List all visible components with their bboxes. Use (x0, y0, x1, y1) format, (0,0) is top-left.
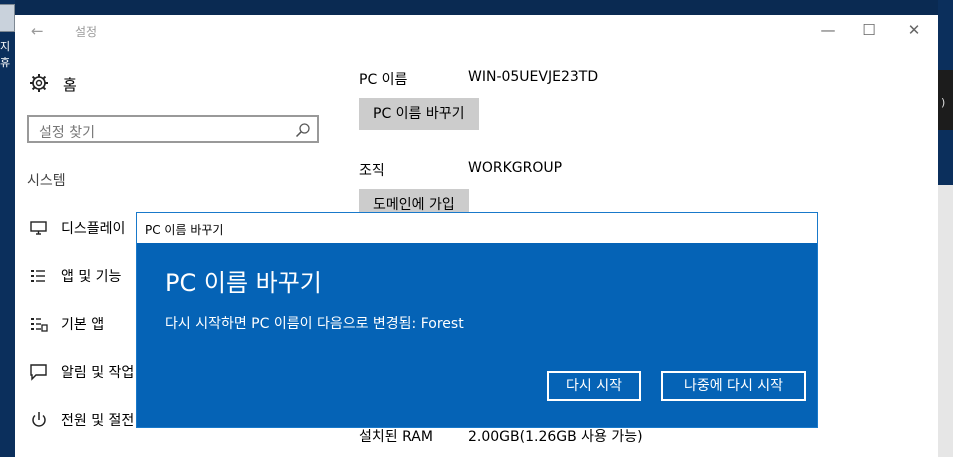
search-input[interactable]: 설정 찾기 (27, 115, 319, 143)
background-window-edge-lower (938, 185, 953, 457)
monitor-icon (30, 221, 47, 235)
section-title: 시스템 (27, 173, 66, 189)
gear-icon (30, 74, 48, 92)
search-placeholder: 설정 찾기 (39, 125, 95, 141)
background-window-text: ) (941, 96, 946, 109)
sidebar-item-label: 앱 및 기능 (61, 269, 122, 285)
pc-name-label: PC 이름 (359, 72, 408, 88)
notification-icon (30, 364, 47, 381)
pc-name-value: WIN-05UEVJE23TD (468, 69, 599, 85)
desktop-background-left: 지휴 (0, 0, 15, 457)
home-label: 홈 (63, 76, 77, 94)
restart-now-button[interactable]: 다시 시작 (547, 371, 641, 401)
organization-value: WORKGROUP (468, 160, 563, 176)
search-icon[interactable] (295, 122, 311, 138)
sidebar-item-label: 기본 앱 (61, 317, 105, 333)
dialog-window-title: PC 이름 바꾸기 (145, 223, 224, 237)
close-button[interactable]: ✕ (902, 21, 926, 39)
sidebar-item-label: 전원 및 절전 (61, 413, 135, 429)
sidebar-item-label: 디스플레이 (61, 221, 126, 237)
restart-later-button[interactable]: 나중에 다시 시작 (661, 371, 806, 401)
apps-list-icon (31, 270, 45, 282)
dialog-title-bar: PC 이름 바꾸기 (137, 213, 817, 243)
installed-ram-value: 2.00GB(1.26GB 사용 가능) (468, 429, 643, 445)
desktop-background-right: ) (938, 0, 953, 457)
organization-label: 조직 (359, 163, 385, 179)
installed-ram-label: 설치된 RAM (359, 429, 433, 445)
window-title: 설정 (75, 25, 98, 39)
minimize-button[interactable]: — (816, 21, 840, 39)
back-arrow-icon[interactable]: ← (31, 22, 44, 40)
dialog-message: 다시 시작하면 PC 이름이 다음으로 변경됨: Forest (165, 316, 464, 332)
power-icon (32, 412, 46, 427)
title-bar: ← 설정 — ☐ ✕ (15, 15, 938, 47)
maximize-button[interactable]: ☐ (857, 21, 881, 39)
recycle-bin-icon[interactable] (0, 4, 15, 32)
rename-pc-dialog: PC 이름 바꾸기 PC 이름 바꾸기 다시 시작하면 PC 이름이 다음으로 … (136, 212, 818, 428)
dialog-heading: PC 이름 바꾸기 (165, 269, 322, 297)
rename-pc-button[interactable]: PC 이름 바꾸기 (359, 98, 479, 130)
sidebar-item-label: 알림 및 작업 (61, 365, 135, 381)
default-apps-icon (31, 318, 48, 332)
desktop-icon-label: 지휴 (0, 40, 11, 69)
